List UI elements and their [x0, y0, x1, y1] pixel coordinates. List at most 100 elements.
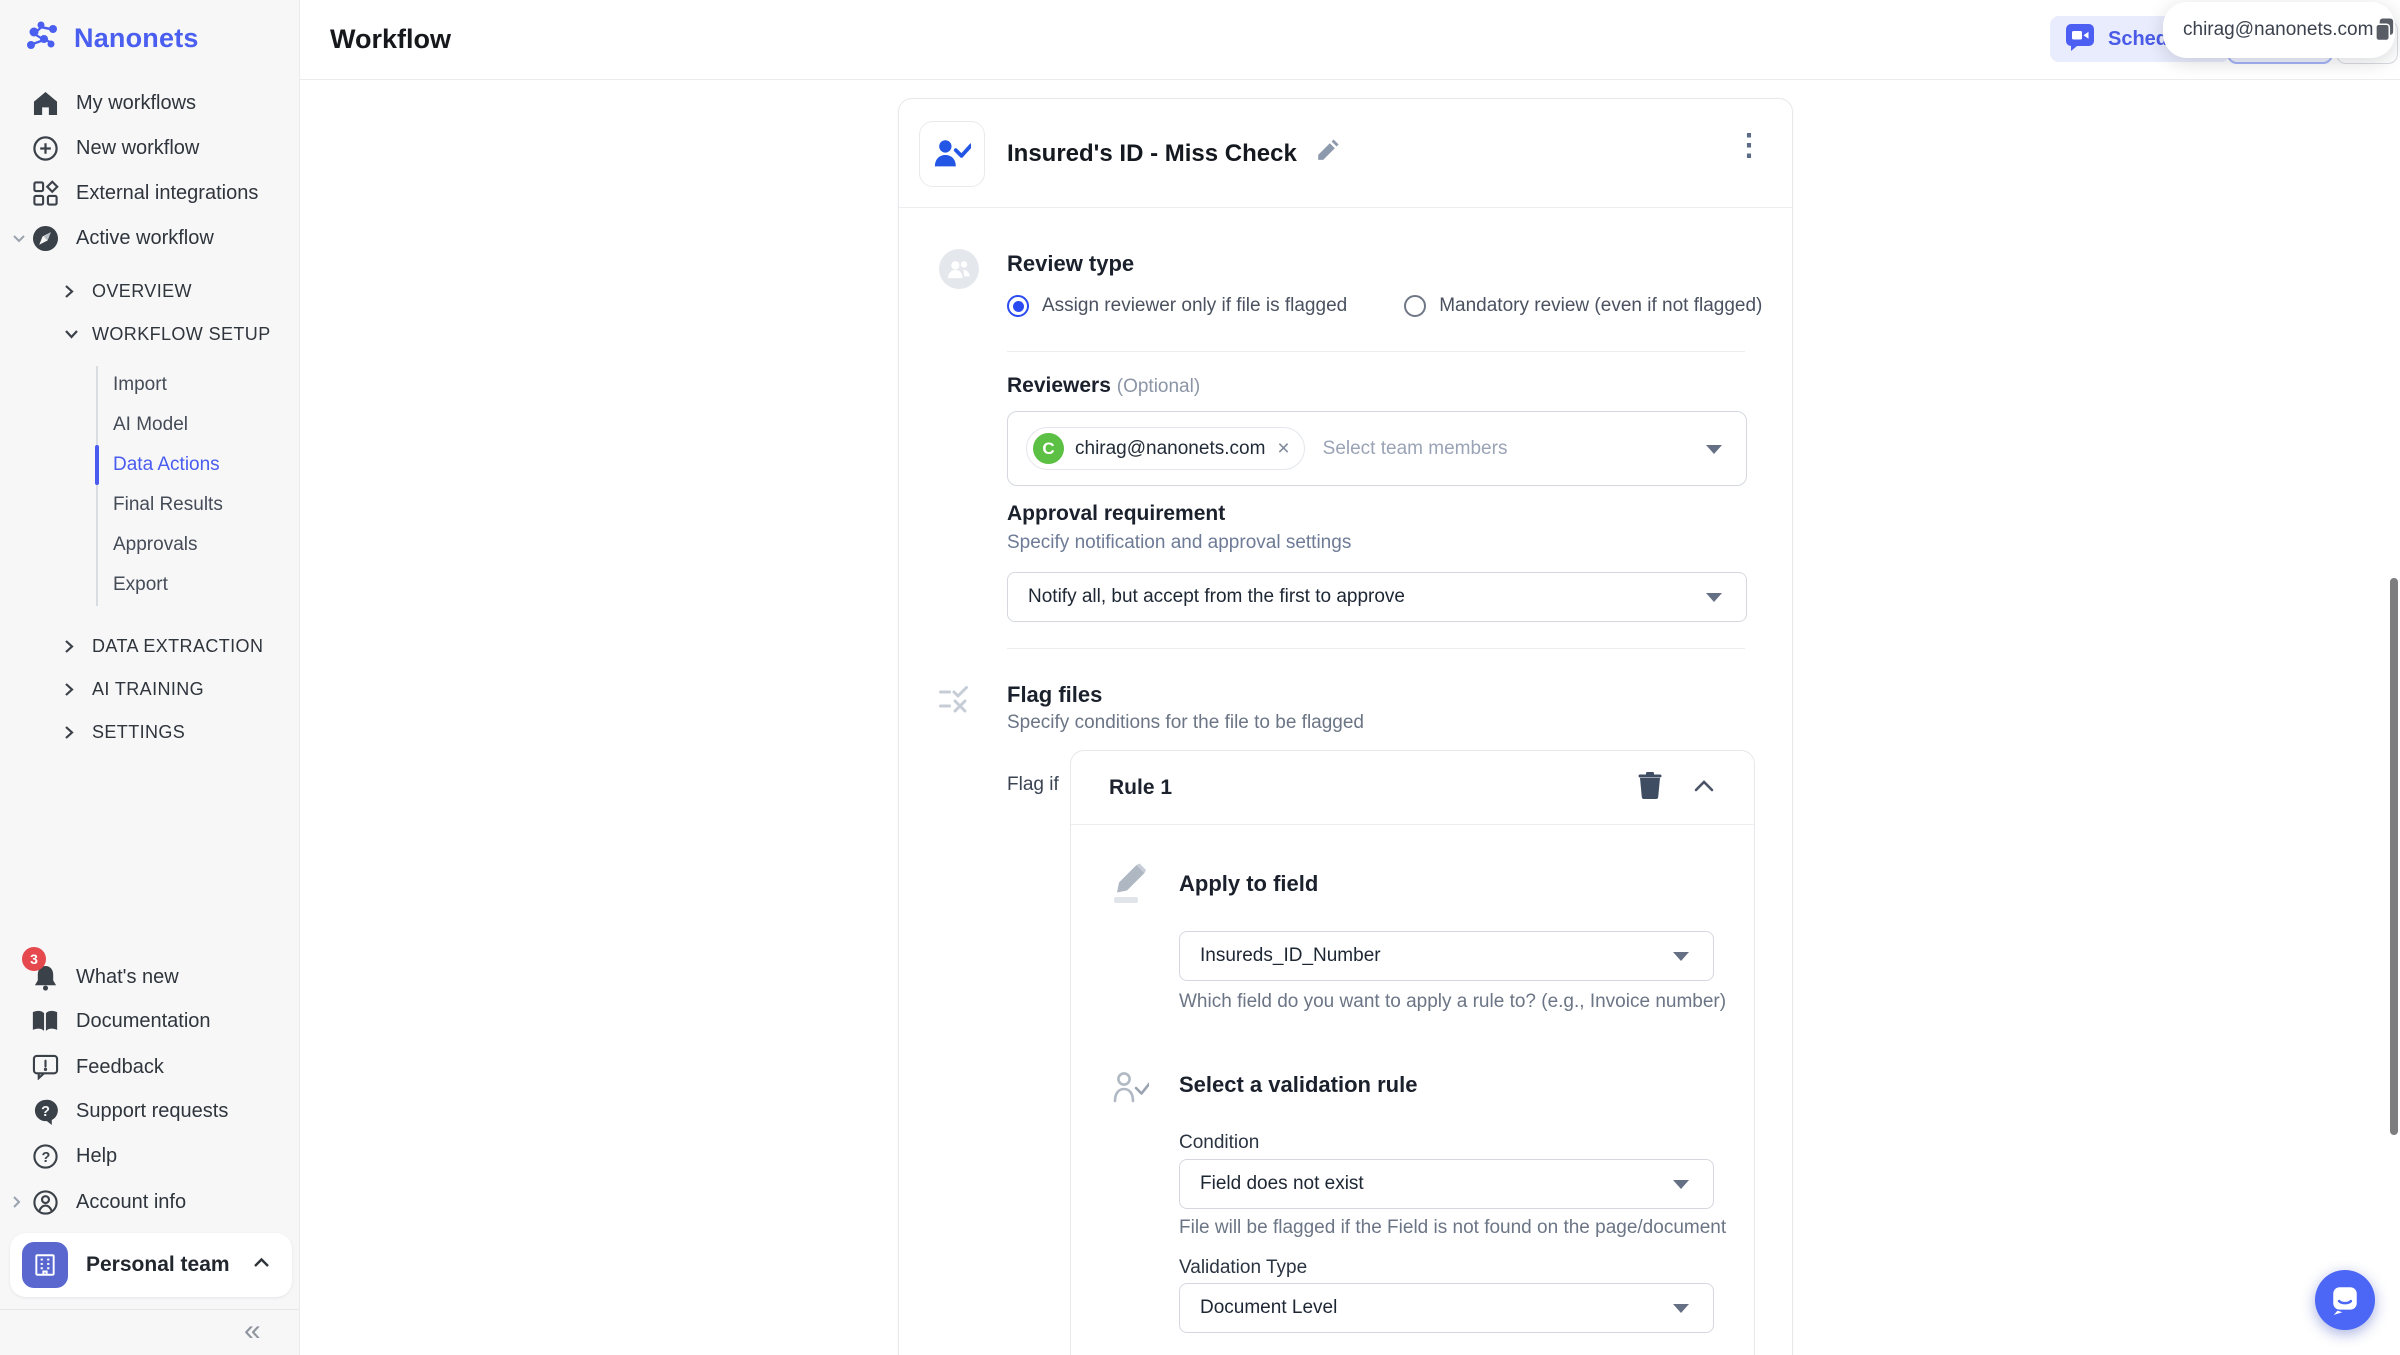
help-circle-icon: ?	[30, 1143, 60, 1170]
rule-card: Rule 1 Apply to field Insureds_ID_Number	[1070, 750, 1755, 1355]
sidebar-section-settings[interactable]: SETTINGS	[0, 712, 299, 752]
sidebar-item-documentation[interactable]: Documentation	[0, 999, 299, 1043]
svg-text:?: ?	[41, 1149, 50, 1165]
reviewer-chip: C chirag@nanonets.com ×	[1026, 427, 1305, 470]
sidebar-section-label: DATA EXTRACTION	[92, 635, 264, 656]
divider	[1007, 648, 1745, 649]
sidebar-item-new-workflow[interactable]: New workflow	[0, 126, 299, 170]
validation-type-dropdown[interactable]: Document Level	[1179, 1283, 1714, 1333]
condition-dropdown[interactable]: Field does not exist	[1179, 1159, 1714, 1209]
review-type-radios: Assign reviewer only if file is flagged …	[1007, 295, 1762, 317]
sub-item-label: Export	[113, 574, 168, 595]
sidebar-item-my-workflows[interactable]: My workflows	[0, 81, 299, 125]
step-icon-box	[919, 121, 985, 187]
person-check-icon	[934, 140, 971, 167]
sidebar-item-approvals[interactable]: Approvals	[113, 525, 198, 565]
flag-files-heading: Flag files	[1007, 682, 1103, 707]
apply-field-pencil-icon	[1113, 863, 1147, 910]
sub-item-label: Data Actions	[113, 454, 220, 475]
reviewers-optional-text: (Optional)	[1116, 376, 1201, 397]
sidebar-item-label: Support requests	[76, 1099, 229, 1122]
sidebar-item-export[interactable]: Export	[113, 565, 168, 605]
condition-helper-text: File will be flagged if the Field is not…	[1179, 1217, 1727, 1238]
caret-down-icon	[1673, 952, 1689, 961]
chat-widget-button[interactable]	[2315, 1270, 2375, 1330]
brand[interactable]: Nanonets	[24, 18, 199, 59]
sidebar-item-support-requests[interactable]: ? Support requests	[0, 1089, 299, 1133]
reviewers-placeholder: Select team members	[1322, 437, 1508, 459]
sidebar-section-overview[interactable]: OVERVIEW	[0, 271, 299, 311]
caret-down-icon	[1706, 444, 1722, 454]
field-dropdown-value: Insureds_ID_Number	[1200, 945, 1381, 966]
video-chat-icon	[2065, 23, 2095, 56]
reviewers-multiselect[interactable]: C chirag@nanonets.com × Select team memb…	[1007, 411, 1747, 486]
sidebar-item-feedback[interactable]: Feedback	[0, 1045, 299, 1089]
radio-label[interactable]: Assign reviewer only if file is flagged	[1042, 295, 1347, 317]
approval-heading: Approval requirement	[1007, 502, 1226, 525]
approval-subheading: Specify notification and approval settin…	[1007, 532, 1352, 553]
reviewers-heading: Reviewers (Optional)	[1007, 374, 1200, 398]
sidebar-item-whats-new[interactable]: 3 What's new	[0, 947, 299, 999]
sidebar-item-label: External integrations	[76, 181, 259, 204]
plus-circle-icon	[30, 135, 60, 162]
sidebar-item-label: My workflows	[76, 91, 197, 114]
radio-label[interactable]: Mandatory review (even if not flagged)	[1439, 295, 1762, 317]
sidebar-item-label: Feedback	[76, 1055, 164, 1078]
radio-unselected[interactable]	[1404, 295, 1427, 317]
flag-files-subheading: Specify conditions for the file to be fl…	[1007, 712, 1365, 733]
app: Nanonets My workflows New workflow Exter…	[0, 0, 2400, 1355]
sidebar-item-account-info[interactable]: Account info	[0, 1180, 299, 1224]
home-icon	[30, 91, 60, 116]
sub-item-label: Approvals	[113, 534, 198, 555]
sidebar-item-external-integrations[interactable]: External integrations	[0, 171, 299, 215]
sidebar-section-ai-training[interactable]: AI TRAINING	[0, 669, 299, 709]
subnav-rail	[96, 366, 98, 606]
sidebar-section-label: AI TRAINING	[92, 678, 205, 699]
sidebar-item-final-results[interactable]: Final Results	[113, 485, 223, 525]
field-dropdown[interactable]: Insureds_ID_Number	[1179, 931, 1714, 981]
validation-type-dropdown-value: Document Level	[1200, 1297, 1338, 1318]
trash-icon[interactable]	[1638, 771, 1662, 804]
condition-label: Condition	[1179, 1132, 1260, 1153]
sidebar-item-label: Help	[76, 1144, 118, 1167]
integrations-grid-icon	[30, 179, 60, 207]
radio-selected[interactable]	[1007, 295, 1029, 317]
email-tooltip: chirag@nanonets.com	[2163, 2, 2395, 58]
vertical-scrollbar-thumb[interactable]	[2390, 578, 2398, 1135]
sidebar-divider	[0, 1309, 299, 1310]
book-icon	[30, 1009, 60, 1034]
team-name: Personal team	[86, 1253, 230, 1276]
brand-name: Nanonets	[74, 23, 199, 53]
divider	[899, 207, 1792, 208]
sidebar-item-label: What's new	[76, 965, 179, 988]
kebab-menu-icon[interactable]: ⋮	[1734, 131, 1764, 161]
flag-if-label: Flag if	[1007, 774, 1059, 795]
approval-dropdown[interactable]: Notify all, but accept from the first to…	[1007, 572, 1747, 622]
sidebar-collapse-button[interactable]: «	[244, 1314, 261, 1348]
edit-pencil-icon[interactable]	[1315, 139, 1339, 168]
sidebar-item-active-workflow[interactable]: Active workflow	[0, 216, 299, 260]
collapse-rule-chevron-up-icon[interactable]	[1694, 779, 1714, 797]
avatar: C	[1033, 433, 1064, 464]
copy-icon[interactable]	[2373, 17, 2396, 43]
team-switcher[interactable]: Personal team	[10, 1233, 292, 1297]
caret-down-icon	[1706, 593, 1722, 602]
page-title: Workflow	[330, 24, 451, 54]
sidebar-section-workflow-setup[interactable]: WORKFLOW SETUP	[0, 314, 299, 354]
sidebar-item-ai-model[interactable]: AI Model	[113, 405, 188, 445]
svg-text:?: ?	[41, 1103, 50, 1119]
sidebar-item-import[interactable]: Import	[113, 365, 167, 405]
remove-chip-icon[interactable]: ×	[1277, 438, 1289, 459]
review-type-heading: Review type	[1007, 251, 1135, 276]
sidebar-section-data-extraction[interactable]: DATA EXTRACTION	[0, 626, 299, 666]
sub-item-label: AI Model	[113, 414, 188, 435]
sidebar-item-data-actions[interactable]: Data Actions	[113, 445, 220, 485]
chevron-right-icon	[12, 1195, 22, 1214]
step-title: Insured's ID - Miss Check	[1007, 139, 1297, 167]
sidebar-item-help[interactable]: ? Help	[0, 1134, 299, 1178]
validation-rule-heading: Select a validation rule	[1179, 1072, 1418, 1097]
chevron-right-icon	[64, 639, 74, 654]
rule-title: Rule 1	[1109, 775, 1173, 799]
chevron-right-icon	[64, 725, 74, 740]
chevron-right-icon	[64, 284, 74, 299]
